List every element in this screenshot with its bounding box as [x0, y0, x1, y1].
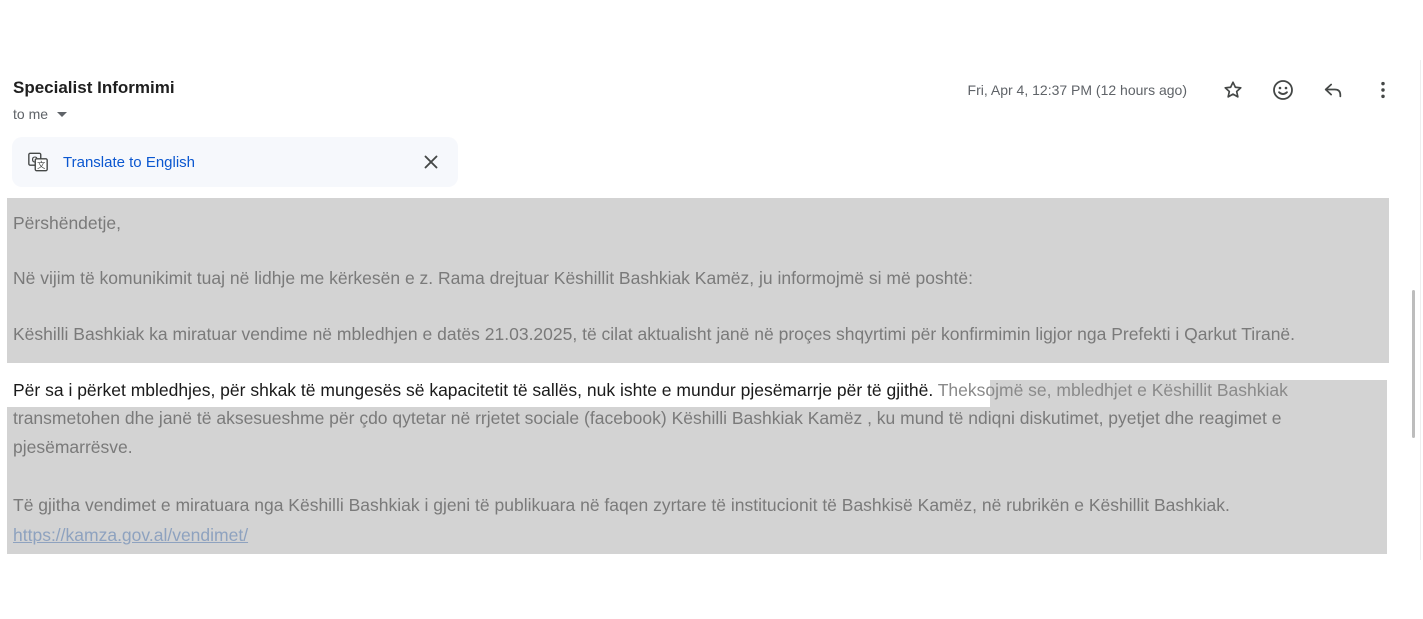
body-paragraph: Për sa i përket mbledhjes, për shkak të …: [13, 379, 1288, 401]
body-paragraph: Këshilli Bashkiak ka miratuar vendime në…: [13, 324, 1296, 344]
highlighted-text: Theksojmë se, mbledhjet e Këshillit Bash…: [933, 380, 1288, 400]
message-meta: Fri, Apr 4, 12:37 PM (12 hours ago): [968, 76, 1401, 104]
body-paragraph-line: pjesëmarrësve.: [13, 437, 133, 457]
star-icon[interactable]: [1215, 72, 1251, 108]
body-paragraph: Në vijim të komunikimit tuaj në lidhje m…: [13, 268, 973, 288]
reply-icon[interactable]: [1315, 72, 1351, 108]
caret-down-icon[interactable]: [57, 111, 68, 117]
emoji-icon[interactable]: [1265, 72, 1301, 108]
recipient-label: to me: [13, 106, 49, 122]
scrollbar-thumb[interactable]: [1412, 290, 1415, 438]
email-view: Specialist Informimi to me Fri, Apr 4, 1…: [0, 0, 1423, 619]
decisions-link-line: https://kamza.gov.al/vendimet/: [13, 524, 248, 546]
recipient-details-toggle[interactable]: to me: [13, 106, 68, 122]
greeting: Përshëndetje,: [13, 213, 121, 233]
body-paragraph-line: transmetohen dhe janë të aksesueshme për…: [13, 408, 1282, 428]
close-icon[interactable]: [420, 151, 442, 173]
translate-bar: G 文 Translate to English: [12, 137, 458, 187]
more-vert-icon[interactable]: [1365, 72, 1401, 108]
decisions-link[interactable]: https://kamza.gov.al/vendimet/: [13, 525, 248, 545]
translate-button[interactable]: Translate to English: [63, 154, 195, 171]
sender-name[interactable]: Specialist Informimi: [13, 78, 175, 98]
body-paragraph: Të gjitha vendimet e miratuara nga Këshi…: [13, 495, 1230, 515]
svg-text:文: 文: [37, 160, 45, 170]
scrollbar-track[interactable]: [1420, 60, 1421, 560]
timestamp: Fri, Apr 4, 12:37 PM (12 hours ago): [967, 82, 1187, 98]
translate-icon: G 文: [27, 151, 49, 173]
selected-text: Për sa i përket mbledhjes, për shkak të …: [13, 380, 934, 400]
